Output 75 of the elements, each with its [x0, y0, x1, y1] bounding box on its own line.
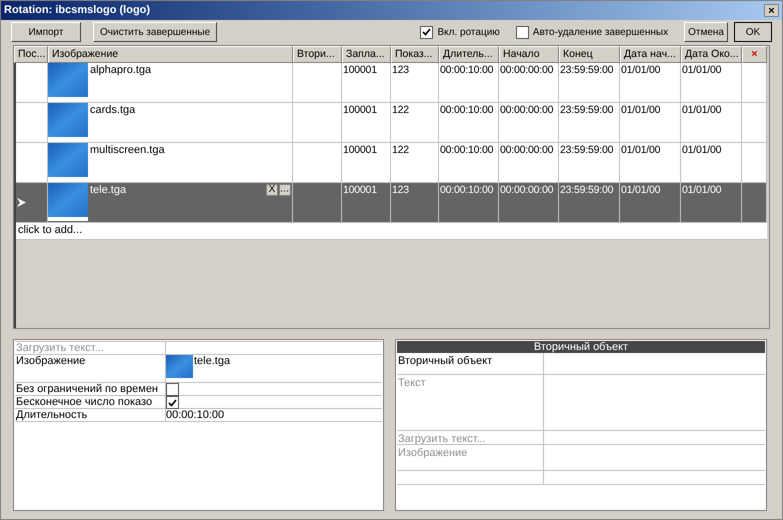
- table-row[interactable]: tele.tga X 100001 123 00:00:10:00 00:00:00:00 23:59:59:00 01/01/00 01/01/00: [16, 183, 767, 223]
- close-button[interactable]: ×: [764, 4, 779, 17]
- table-cell-text: tele.tga: [89, 183, 126, 198]
- panel-header: Вторичный объект: [397, 341, 765, 353]
- dialog-button[interactable]: OK: [734, 22, 772, 42]
- table-cell: 23:59:59:00: [560, 184, 614, 196]
- table-cell-text: alphapro.tga: [89, 63, 152, 78]
- table-cell: 00:00:00:00: [500, 144, 554, 156]
- browse-button[interactable]: [279, 184, 291, 196]
- column-header[interactable]: Дата нач...: [620, 46, 681, 63]
- table-cell: 00:00:00:00: [500, 184, 554, 196]
- checkmark-icon: [422, 28, 432, 36]
- column-header[interactable]: Втори...: [293, 46, 342, 63]
- property-value: tele.tga: [193, 355, 230, 369]
- column-header[interactable]: Длитель...: [439, 46, 499, 63]
- table-cell: 00:00:00:00: [500, 64, 554, 76]
- property-label: Вторичный объект: [398, 355, 492, 367]
- table-cell-text: cards.tga: [89, 103, 136, 118]
- row-pointer-icon: [17, 198, 26, 207]
- table-cell: 01/01/00: [621, 104, 660, 116]
- table-row[interactable]: cards.tga 100001 122 00:00:10:00 00:00:00:00 23:59:59:00 01/01/00 01/01/00: [16, 103, 767, 143]
- column-header[interactable]: Изображение: [48, 46, 293, 63]
- table-cell: 01/01/00: [682, 184, 722, 196]
- property-label: Длительность: [15, 409, 166, 421]
- table-cell: 01/01/00: [621, 144, 660, 156]
- dialog-button[interactable]: Отмена: [684, 22, 728, 42]
- column-header[interactable]: Конец: [559, 46, 620, 63]
- table-cell: 23:59:59:00: [560, 104, 614, 116]
- option-label: Вкл. ротацию: [437, 26, 500, 40]
- table-cell: 00:00:10:00: [440, 64, 494, 76]
- checkbox[interactable]: [420, 26, 434, 38]
- toolbar-button[interactable]: Очистить завершенные: [93, 22, 218, 42]
- property-label: Загрузить текст...: [398, 433, 486, 445]
- property-label: Текст: [398, 377, 426, 389]
- checkbox[interactable]: [166, 383, 179, 396]
- option-label: Авто-удаление завершенных: [532, 26, 668, 40]
- toolbar-button[interactable]: Импорт: [11, 22, 81, 42]
- column-header[interactable]: Запла...: [342, 46, 391, 63]
- property-label: Загрузить текст...: [15, 342, 166, 354]
- photo-placeholder: [48, 183, 88, 221]
- table-cell: 00:00:10:00: [440, 184, 494, 196]
- table-cell: 01/01/00: [621, 184, 660, 196]
- table-cell: 00:00:10:00: [440, 104, 494, 116]
- checkmark-icon: [168, 398, 177, 406]
- table-cell: 122: [392, 104, 409, 116]
- clear-button[interactable]: X: [266, 184, 278, 196]
- window-title: Rotation: ibcsmslogo (logo): [4, 3, 150, 18]
- table-cell: 01/01/00: [682, 64, 722, 76]
- table-cell: 100001: [343, 64, 377, 76]
- table-cell: 23:59:59:00: [560, 64, 614, 76]
- column-header[interactable]: Пос...: [14, 46, 48, 63]
- property-value: 00:00:10:00: [166, 409, 224, 421]
- table-cell: 100001: [343, 184, 377, 196]
- table-cell: 01/01/00: [682, 104, 722, 116]
- checkbox[interactable]: [166, 396, 179, 409]
- property-label: Изображение: [398, 447, 468, 459]
- column-header[interactable]: Показ...: [391, 46, 439, 63]
- table-cell: 00:00:10:00: [440, 144, 494, 156]
- add-row[interactable]: click to add...: [16, 223, 767, 240]
- column-header[interactable]: Начало: [499, 46, 559, 63]
- table-cell: 100001: [343, 144, 377, 156]
- table-row[interactable]: alphapro.tga 100001 123 00:00:10:00 00:00:00:00 23:59:59:00 01/01/00 01/01/00: [16, 63, 767, 103]
- checkbox[interactable]: [516, 26, 529, 38]
- table-cell: 122: [392, 144, 409, 156]
- table-cell: 01/01/00: [682, 144, 722, 156]
- table-cell: 100001: [343, 104, 377, 116]
- table-cell-text: multiscreen.tga: [89, 143, 165, 158]
- table-row[interactable]: multiscreen.tga 100001 122 00:00:10:00 00:00:00:00 23:59:59:00 01/01/00 01/01/00: [16, 143, 767, 183]
- table-cell: 00:00:00:00: [500, 104, 554, 116]
- table-cell: 23:59:59:00: [560, 144, 614, 156]
- table-cell: 123: [392, 64, 409, 76]
- ellipsis-icon: [281, 188, 289, 192]
- table-cell: 123: [392, 184, 409, 196]
- column-header[interactable]: Дата Око...: [681, 46, 742, 63]
- table-cell: 01/01/00: [621, 64, 660, 76]
